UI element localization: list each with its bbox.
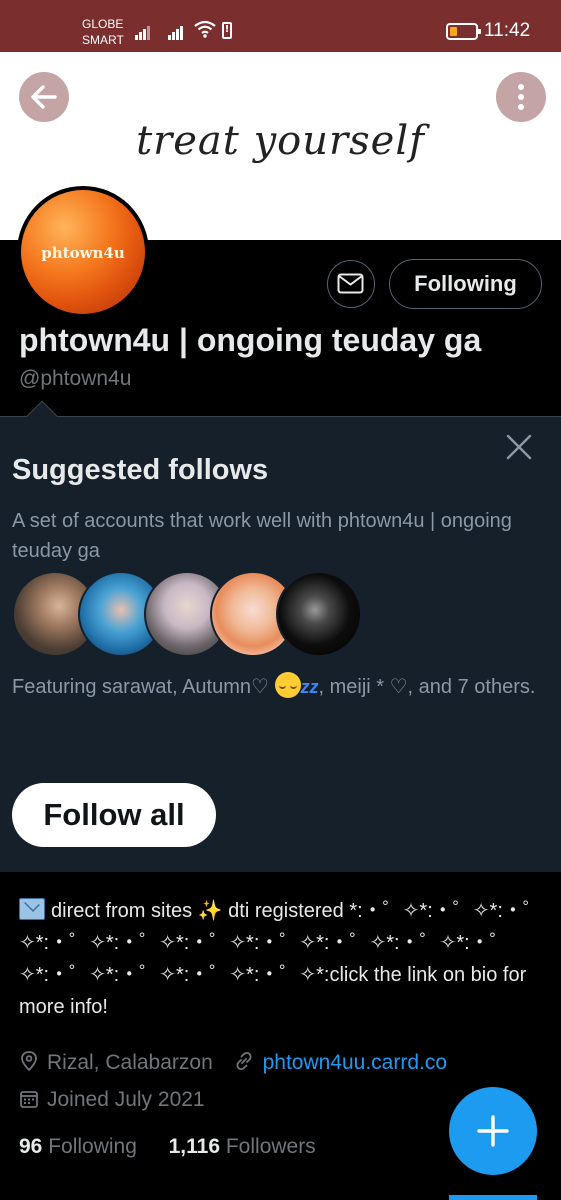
message-button[interactable] — [327, 260, 375, 308]
more-vertical-icon — [518, 84, 524, 110]
battery-icon — [446, 23, 481, 40]
battery-alert-icon: ! — [222, 22, 232, 39]
envelope-icon — [337, 273, 364, 294]
plus-icon — [477, 1115, 509, 1147]
banner-text: treat yourself — [136, 118, 425, 164]
link-icon — [236, 1051, 252, 1071]
profile-bio: direct from sites ✨ dti registered *:・゜✧… — [19, 898, 543, 1018]
arrow-left-icon — [31, 85, 57, 109]
avatar-text: phtown4u — [41, 244, 125, 262]
suggested-avatars[interactable] — [12, 571, 372, 659]
status-bar: GLOBE SMART ! 11:42 — [0, 0, 561, 52]
zzz-icon: zz — [300, 677, 319, 697]
calendar-icon — [20, 1091, 38, 1108]
followers-count-link[interactable]: 1,116 Followers — [169, 1135, 316, 1158]
joined-text: Joined July 2021 — [47, 1088, 205, 1111]
location-pin-icon — [21, 1051, 37, 1072]
avatar-image: phtown4u — [21, 190, 145, 314]
wifi-icon — [194, 20, 216, 38]
suggested-avatar[interactable] — [276, 571, 362, 657]
user-handle: @phtown4u — [19, 367, 132, 390]
close-suggestions-button[interactable] — [506, 434, 532, 460]
status-time: 11:42 — [484, 20, 531, 41]
profile-meta: Rizal, Calabarzon phtown4uu.carrd.co — [19, 1050, 447, 1075]
more-options-button[interactable] — [496, 72, 546, 122]
joined-row: Joined July 2021 — [19, 1088, 205, 1112]
featuring-text: Featuring sarawat, Autumn♡ zz, meiji * ♡… — [12, 672, 552, 703]
suggested-follows-title: Suggested follows — [12, 454, 269, 486]
sparkles-icon: ✨ — [197, 900, 223, 922]
signal-icon — [135, 22, 155, 40]
follow-all-button[interactable]: Follow all — [12, 783, 216, 847]
sleeping-face-icon — [274, 672, 301, 698]
close-icon — [506, 434, 532, 460]
tab-indicator — [449, 1195, 537, 1200]
avatar[interactable]: phtown4u — [17, 186, 149, 318]
follow-counts: 96 Following 1,116 Followers — [19, 1135, 316, 1159]
location-text: Rizal, Calabarzon — [47, 1051, 213, 1074]
carrier-name: GLOBE SMART — [82, 17, 124, 47]
suggested-follows-description: A set of accounts that work well with ph… — [12, 510, 512, 562]
following-button[interactable]: Following — [389, 259, 542, 309]
following-count-link[interactable]: 96 Following — [19, 1135, 137, 1158]
incoming-envelope-icon — [19, 898, 45, 920]
display-name: phtown4u | ongoing teuday ga — [19, 322, 482, 358]
back-button[interactable] — [19, 72, 69, 122]
compose-tweet-button[interactable] — [449, 1087, 537, 1175]
website-link[interactable]: phtown4uu.carrd.co — [263, 1051, 447, 1074]
signal-icon — [168, 22, 188, 40]
